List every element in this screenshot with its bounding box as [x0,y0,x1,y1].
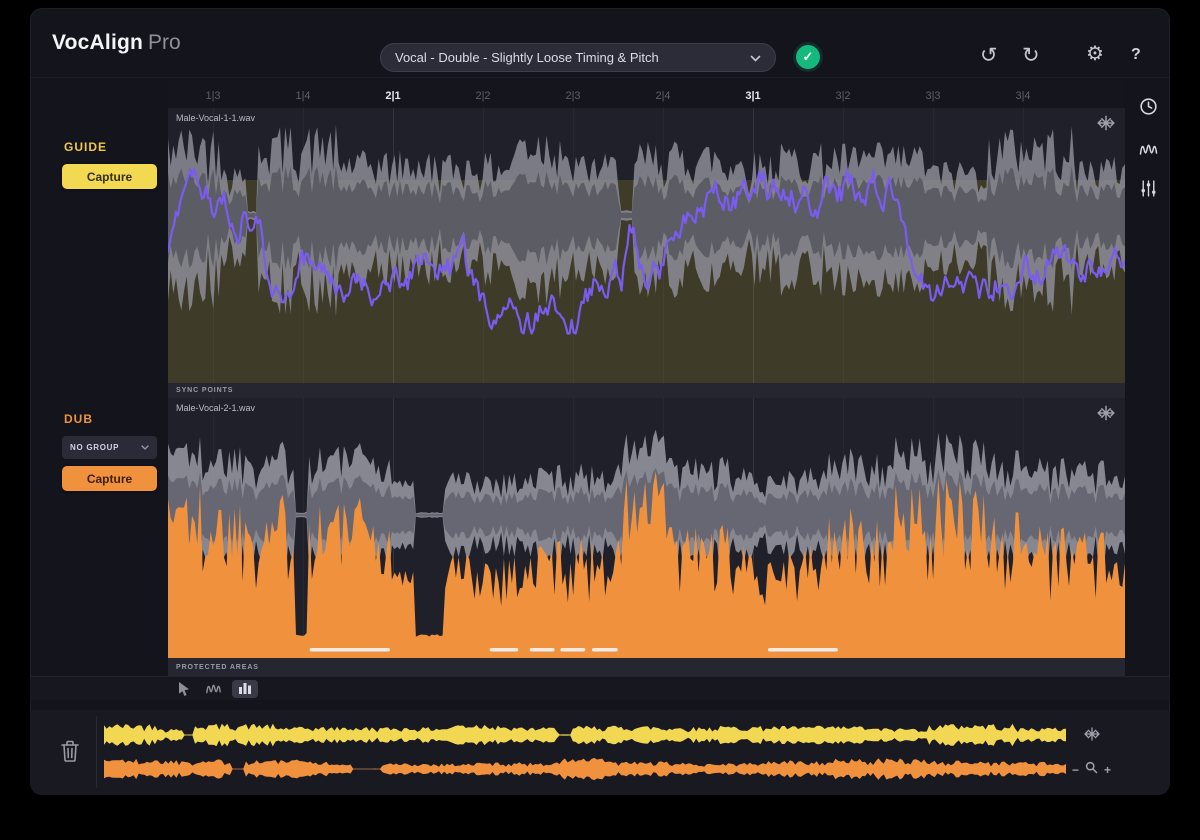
undo-button[interactable]: ↺ [980,45,998,66]
energy-tool-button[interactable] [232,680,258,698]
timeline-ruler[interactable]: 1|3 1|4 2|1 2|2 2|3 2|4 3|1 3|2 3|3 3|4 [168,88,1125,108]
delete-button[interactable] [56,737,84,767]
zoom-control: − + [1070,761,1113,779]
ruler-label: 3|4 [1015,90,1030,102]
preset-dropdown[interactable]: Vocal - Double - Slightly Loose Timing &… [380,43,776,72]
cursor-tool-button[interactable] [176,681,192,697]
pitch-view-button[interactable] [1136,138,1160,162]
overview-align-button[interactable] [1082,725,1102,745]
zoom-out-button[interactable]: − [1070,762,1081,778]
redo-icon: ↻ [1022,44,1040,67]
dub-group-dropdown[interactable]: NO GROUP [62,436,157,459]
magnifier-icon [1085,761,1098,779]
ruler-label: 2|4 [655,90,670,102]
dub-align-button[interactable] [1096,403,1116,423]
guide-clip-name: Male-Vocal-1-1.wav [176,113,255,123]
overview-panel: − + [30,710,1170,795]
clock-icon [1138,105,1159,120]
pitch-tool-button[interactable] [204,681,222,697]
dub-waveform-svg [168,398,1125,658]
app-logo: VocAlign Pro [52,8,181,78]
overview-divider [96,716,97,788]
guide-track[interactable]: Male-Vocal-1-1.wav [168,108,1125,383]
chevron-down-icon [141,443,149,452]
ruler-label: 3|3 [925,90,940,102]
ruler-label: 1|4 [295,90,310,102]
zoom-in-button[interactable]: + [1102,762,1113,778]
trash-icon [58,752,82,767]
logo-name: VocAlign [52,31,143,55]
wave-icon [205,684,222,699]
dub-clip-name: Male-Vocal-2-1.wav [176,403,255,413]
cursor-icon [177,685,191,700]
guide-overview-waveform[interactable] [104,720,1066,750]
ruler-label: 2|1 [385,90,400,102]
logo-edition: Pro [148,31,181,55]
ruler-label: 1|3 [205,90,220,102]
bars-icon [238,682,252,697]
dub-section-label: DUB [64,412,93,426]
time-view-button[interactable] [1136,96,1160,120]
ruler-label: 3|2 [835,90,850,102]
right-rail [1125,78,1170,676]
dub-overview-waveform[interactable] [104,754,1066,784]
status-check-icon: ✓ [796,45,820,69]
vocalign-window: VocAlign Pro Vocal - Double - Slightly L… [30,8,1170,795]
ruler-label: 2|2 [475,90,490,102]
sync-points-strip[interactable]: SYNC POINTS [168,383,1125,398]
guide-section-label: GUIDE [64,140,107,154]
pitch-curve-icon [1138,146,1159,161]
protected-areas-label: PROTECTED AREAS [176,664,259,671]
preset-value: Vocal - Double - Slightly Loose Timing &… [395,50,659,65]
dub-track[interactable]: Male-Vocal-2-1.wav [168,398,1125,658]
help-button[interactable]: ? [1131,47,1141,63]
ruler-label: 2|3 [565,90,580,102]
settings-view-button[interactable] [1136,178,1160,202]
ruler-label: 3|1 [745,90,760,102]
protected-areas-strip[interactable]: PROTECTED AREAS [168,658,1125,676]
guide-capture-button[interactable]: Capture [62,164,157,189]
guide-align-button[interactable] [1096,113,1116,133]
undo-icon: ↺ [980,44,998,67]
topbar: VocAlign Pro Vocal - Double - Slightly L… [30,8,1170,78]
align-sparkle-icon [1083,731,1101,746]
sync-points-label: SYNC POINTS [176,387,233,394]
chevron-down-icon [750,50,761,65]
view-toolbar [30,676,1170,700]
track-area: 1|3 1|4 2|1 2|2 2|3 2|4 3|1 3|2 3|3 3|4 Male-Voca… [168,78,1125,676]
guide-waveform-svg [168,108,1125,383]
redo-button[interactable]: ↻ [1022,45,1040,66]
sliders-icon [1139,186,1158,201]
help-icon: ? [1131,46,1141,63]
settings-button[interactable]: ⚙ [1086,44,1104,64]
dub-capture-button[interactable]: Capture [62,466,157,491]
gear-icon: ⚙ [1086,43,1104,65]
dub-group-value: NO GROUP [70,443,119,452]
